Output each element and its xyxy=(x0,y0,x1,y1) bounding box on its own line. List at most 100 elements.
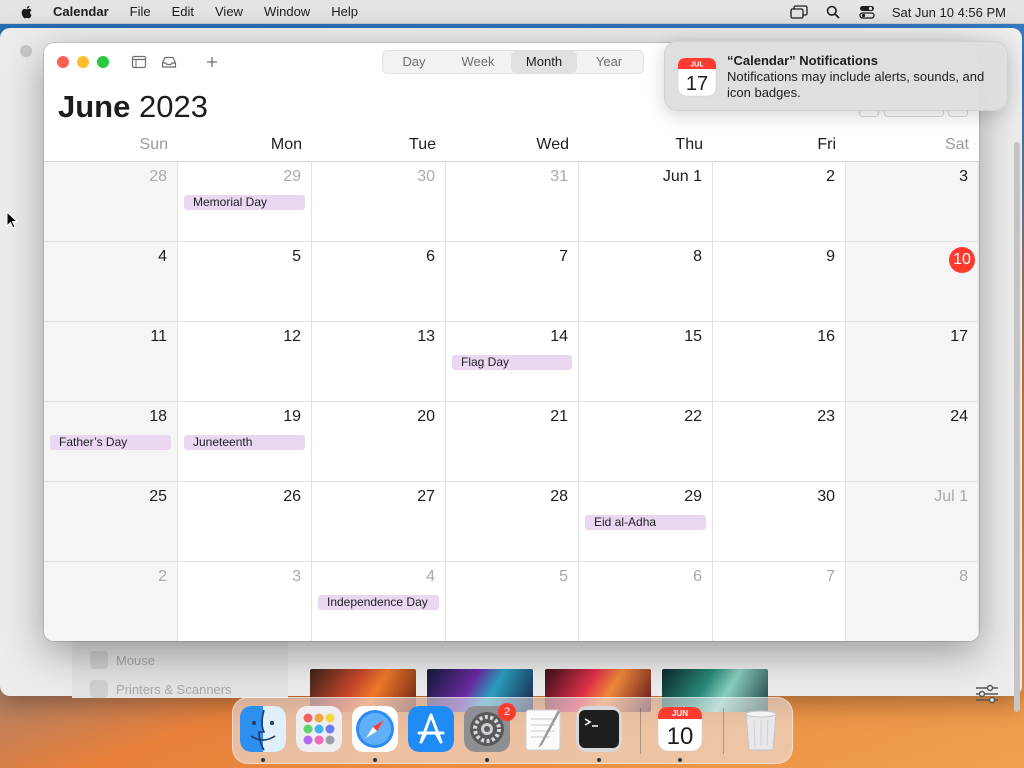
day-cell[interactable]: 30 xyxy=(713,482,846,562)
day-number: Jun 1 xyxy=(662,168,702,185)
day-cell[interactable]: 5 xyxy=(446,562,579,641)
printer-icon xyxy=(90,680,108,698)
scrollbar[interactable] xyxy=(1014,142,1020,712)
day-cell[interactable]: 28 xyxy=(446,482,579,562)
day-cell[interactable]: 23 xyxy=(713,402,846,482)
calendar-dock-icon[interactable]: JUN 10 xyxy=(657,706,703,752)
tab-month[interactable]: Month xyxy=(511,51,577,73)
sliders-icon[interactable] xyxy=(974,684,1000,704)
day-number: 6 xyxy=(693,568,702,585)
terminal-icon[interactable] xyxy=(576,706,622,752)
day-cell[interactable]: 20 xyxy=(312,402,446,482)
day-cell[interactable]: 6 xyxy=(312,242,446,322)
day-number: 15 xyxy=(684,328,702,345)
day-number: 17 xyxy=(950,328,968,345)
day-cell[interactable]: 19 Juneteenth xyxy=(178,402,312,482)
add-event-icon[interactable] xyxy=(204,54,220,70)
calendar-event[interactable]: Memorial Day xyxy=(184,195,305,210)
calendar-window: Day Week Month Year June 2023 Sun Mon Tue W… xyxy=(44,43,979,641)
page-title: June 2023 xyxy=(58,89,208,125)
launchpad-icon[interactable] xyxy=(296,706,342,752)
day-number: 22 xyxy=(684,408,702,425)
inactive-window-control[interactable] xyxy=(20,45,32,57)
day-cell[interactable]: 4 xyxy=(44,242,178,322)
close-button[interactable] xyxy=(57,56,69,68)
day-cell[interactable]: 25 xyxy=(44,482,178,562)
calendar-event[interactable]: Eid al-Adha xyxy=(585,515,706,530)
day-cell[interactable]: Jun 1 xyxy=(579,162,713,242)
calendar-event[interactable]: Father’s Day xyxy=(50,435,171,450)
day-cell[interactable]: 6 xyxy=(579,562,713,641)
day-cell[interactable]: 26 xyxy=(178,482,312,562)
control-center-icon[interactable] xyxy=(858,4,876,20)
app-store-icon[interactable] xyxy=(408,706,454,752)
trash-icon[interactable] xyxy=(738,706,784,752)
menu-help[interactable]: Help xyxy=(331,4,358,19)
day-cell[interactable]: 2 xyxy=(713,162,846,242)
day-cell[interactable]: 12 xyxy=(178,322,312,402)
day-cell[interactable]: 29 Eid al-Adha xyxy=(579,482,713,562)
day-cell[interactable]: 9 xyxy=(713,242,846,322)
day-cell[interactable]: 24 xyxy=(846,402,979,482)
day-cell[interactable]: Jul 1 xyxy=(846,482,979,562)
menu-clock[interactable]: Sat Jun 10 4:56 PM xyxy=(892,5,1006,20)
day-cell[interactable]: 2 xyxy=(44,562,178,641)
day-cell[interactable]: 15 xyxy=(579,322,713,402)
finder-icon[interactable] xyxy=(240,706,286,752)
day-number: 27 xyxy=(417,488,435,505)
day-cell[interactable]: 8 xyxy=(846,562,979,641)
calendar-event[interactable]: Flag Day xyxy=(452,355,572,370)
calendar-list-icon[interactable] xyxy=(131,54,147,70)
day-cell[interactable]: 18 Father’s Day xyxy=(44,402,178,482)
search-icon[interactable] xyxy=(824,4,842,20)
day-cell[interactable]: 5 xyxy=(178,242,312,322)
notification-icon-day: 17 xyxy=(686,73,708,95)
day-cell[interactable]: 3 xyxy=(846,162,979,242)
apple-icon[interactable] xyxy=(19,4,35,20)
menu-app-name[interactable]: Calendar xyxy=(53,4,109,19)
day-cell[interactable]: 17 xyxy=(846,322,979,402)
dock-separator xyxy=(723,708,724,754)
menu-file[interactable]: File xyxy=(130,4,151,19)
tab-year[interactable]: Year xyxy=(577,51,641,73)
menu-edit[interactable]: Edit xyxy=(172,4,194,19)
day-cell[interactable]: 4 Independence Day xyxy=(312,562,446,641)
menu-view[interactable]: View xyxy=(215,4,243,19)
day-cell[interactable]: 14 Flag Day xyxy=(446,322,579,402)
inbox-icon[interactable] xyxy=(161,54,177,70)
notification-banner[interactable]: JUL 17 “Calendar” Notifications Notifica… xyxy=(664,41,1008,111)
day-cell[interactable]: 7 xyxy=(713,562,846,641)
weekday-label: Fri xyxy=(817,136,836,153)
day-number: 19 xyxy=(283,408,301,425)
calendar-event[interactable]: Independence Day xyxy=(318,595,439,610)
day-number: 12 xyxy=(283,328,301,345)
menu-window[interactable]: Window xyxy=(264,4,310,19)
day-cell[interactable]: 11 xyxy=(44,322,178,402)
textedit-icon[interactable] xyxy=(520,706,566,752)
day-cell[interactable]: 29 Memorial Day xyxy=(178,162,312,242)
day-cell[interactable]: 30 xyxy=(312,162,446,242)
day-cell[interactable]: 31 xyxy=(446,162,579,242)
tab-week[interactable]: Week xyxy=(445,51,511,73)
day-cell[interactable]: 10 xyxy=(846,242,979,322)
screen-mirroring-icon[interactable] xyxy=(790,4,808,20)
day-cell[interactable]: 3 xyxy=(178,562,312,641)
safari-icon[interactable] xyxy=(352,706,398,752)
sidebar-item-mouse[interactable]: Mouse xyxy=(90,651,155,669)
minimize-button[interactable] xyxy=(77,56,89,68)
mouse-icon xyxy=(90,651,108,669)
sidebar-item-printers[interactable]: Printers & Scanners xyxy=(90,680,232,698)
day-cell[interactable]: 28 xyxy=(44,162,178,242)
day-cell[interactable]: 27 xyxy=(312,482,446,562)
day-cell[interactable]: 21 xyxy=(446,402,579,482)
day-cell[interactable]: 8 xyxy=(579,242,713,322)
tab-day[interactable]: Day xyxy=(383,51,445,73)
day-cell[interactable]: 16 xyxy=(713,322,846,402)
day-cell[interactable]: 22 xyxy=(579,402,713,482)
running-indicator xyxy=(485,758,489,762)
zoom-button[interactable] xyxy=(97,56,109,68)
day-cell[interactable]: 13 xyxy=(312,322,446,402)
day-cell[interactable]: 7 xyxy=(446,242,579,322)
day-number: 23 xyxy=(817,408,835,425)
calendar-event[interactable]: Juneteenth xyxy=(184,435,305,450)
